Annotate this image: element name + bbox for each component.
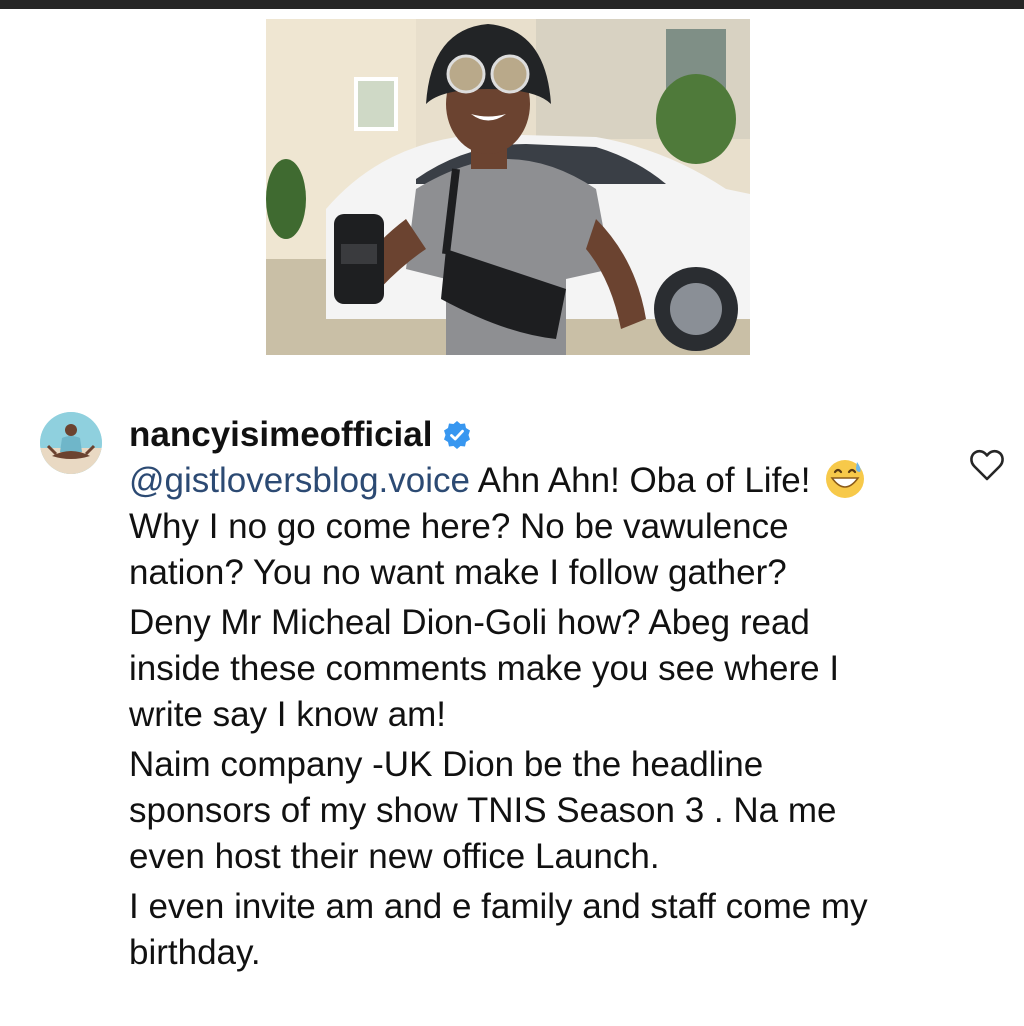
comment-text-2: Why I no go come here? No be vawulence n…	[129, 507, 789, 592]
grinning-sweat-emoji-icon	[824, 458, 866, 500]
avatar-image	[40, 412, 102, 474]
avatar[interactable]	[40, 412, 102, 474]
mention-link[interactable]: @gistloversblog.voice	[129, 461, 470, 500]
comment-text-1: Ahn Ahn! Oba of Life!	[469, 461, 811, 500]
verified-badge-icon	[442, 420, 472, 450]
comment-paragraph-3: Naim company -UK Dion be the headline sp…	[129, 745, 837, 876]
comment-paragraph-2: Deny Mr Micheal Dion-Goli how? Abeg read…	[129, 603, 840, 734]
username-row: nancyisimeofficial	[129, 412, 909, 458]
like-button[interactable]	[968, 447, 1006, 483]
comment: nancyisimeofficial @gistloversblog.voice…	[129, 412, 909, 976]
top-bar	[0, 0, 1024, 9]
photo-illustration	[266, 19, 750, 355]
post-photo[interactable]	[266, 19, 750, 355]
comment-paragraph-1: @gistloversblog.voice Ahn Ahn! Oba of Li…	[129, 458, 909, 596]
comment-paragraph-4: I even invite am and e family and staff …	[129, 887, 868, 972]
username-link[interactable]: nancyisimeofficial	[129, 412, 432, 458]
heart-outline-icon	[970, 449, 1004, 481]
